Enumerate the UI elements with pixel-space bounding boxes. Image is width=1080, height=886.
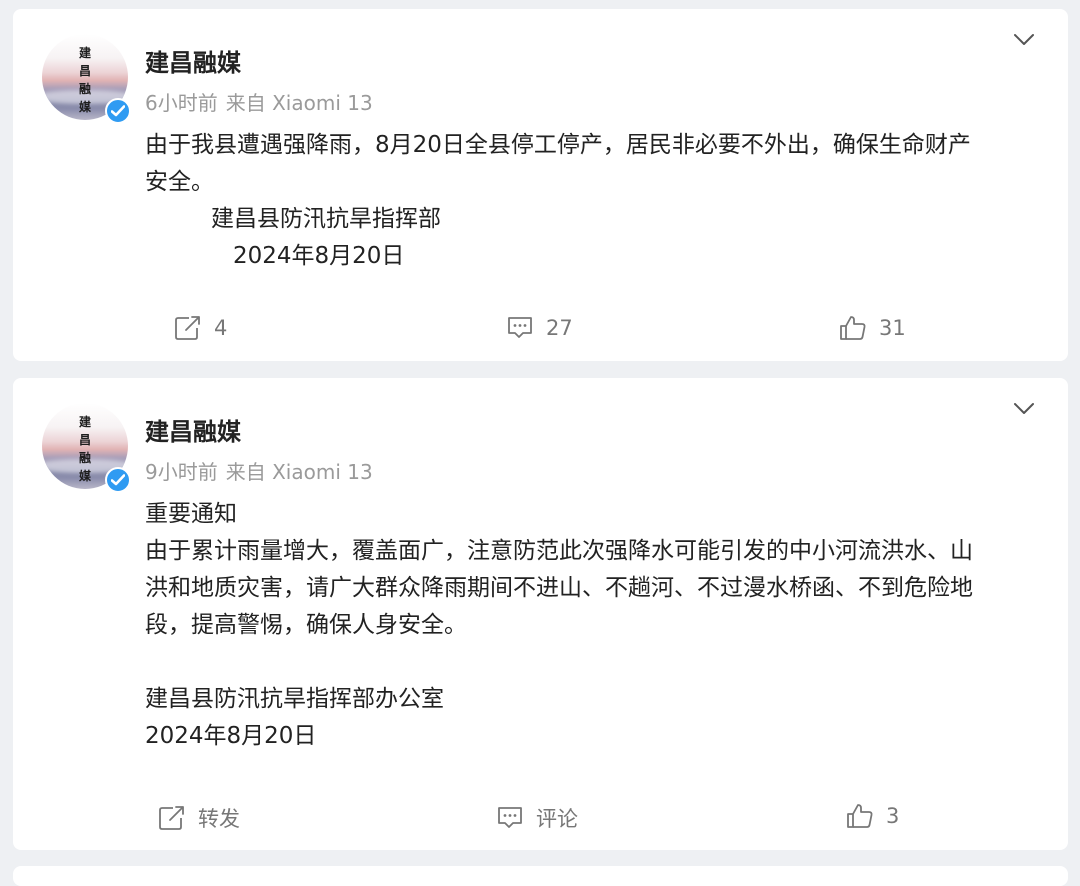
- post-card: 建 昌 融 媒 建昌融媒 6小时前 来自 Xiaomi 13 由于我县遭遇强降雨，…: [13, 9, 1068, 361]
- avatar-char: 融: [78, 451, 91, 465]
- post-text-line: 洪和地质灾害，请广大群众降雨期间不进山、不趟河、不过漫水桥函、不到危险地: [145, 575, 973, 601]
- like-count: 31: [879, 316, 906, 340]
- post-text-line: 由于我县遭遇强降雨，8月20日全县停工停产，居民非必要不外出，确保生命财产: [145, 132, 971, 158]
- author-name[interactable]: 建昌融媒: [145, 43, 241, 78]
- post-text-line: 段，提高警惕，确保人身安全。: [145, 612, 467, 638]
- comment-button[interactable]: 评论: [496, 803, 578, 833]
- post-signature: 建昌县防汛抗旱指挥部: [211, 206, 441, 232]
- thumbs-up-icon: [840, 316, 866, 340]
- chevron-down-icon[interactable]: [1013, 33, 1035, 47]
- post-card-partial: [13, 866, 1068, 886]
- post-time: 6小时前: [145, 91, 218, 115]
- repost-label: 转发: [198, 807, 240, 831]
- post-text-line: 由于累计雨量增大，覆盖面广，注意防范此次强降水可能引发的中小河流洪水、山: [145, 538, 973, 564]
- repost-count: 4: [214, 316, 228, 340]
- author-name[interactable]: 建昌融媒: [145, 412, 241, 447]
- comment-icon: [508, 317, 532, 338]
- comment-count: 27: [546, 316, 573, 340]
- avatar-char: 昌: [78, 433, 91, 447]
- post-title: 重要通知: [145, 501, 237, 527]
- repost-button[interactable]: 转发: [158, 803, 240, 833]
- avatar-char: 昌: [78, 64, 91, 78]
- post-date: 2024年8月20日: [233, 243, 405, 269]
- avatar-char: 建: [78, 415, 91, 429]
- repost-icon: [159, 806, 184, 830]
- avatar-char: 融: [78, 82, 91, 96]
- avatar-char: 建: [78, 46, 91, 60]
- post-meta: 9小时前 来自 Xiaomi 13: [145, 456, 373, 485]
- verified-badge-icon: [105, 467, 131, 493]
- like-button[interactable]: 31: [839, 315, 906, 341]
- repost-icon: [175, 316, 200, 340]
- comment-button[interactable]: 27: [506, 315, 573, 341]
- repost-button[interactable]: 4: [174, 315, 227, 341]
- post-source: 来自 Xiaomi 13: [225, 460, 373, 484]
- like-button[interactable]: 3: [846, 803, 899, 829]
- post-body: 由于我县遭遇强降雨，8月20日全县停工停产，居民非必要不外出，确保生命财产 安全…: [145, 127, 1045, 275]
- thumbs-up-icon: [847, 804, 873, 828]
- post-body: 重要通知 由于累计雨量增大，覆盖面广，注意防范此次强降水可能引发的中小河流洪水、…: [145, 496, 1045, 755]
- post-source: 来自 Xiaomi 13: [225, 91, 373, 115]
- post-signature: 建昌县防汛抗旱指挥部办公室: [145, 686, 444, 712]
- comment-label: 评论: [536, 807, 578, 831]
- verified-badge-icon: [105, 98, 131, 124]
- post-time: 9小时前: [145, 460, 218, 484]
- post-date: 2024年8月20日: [145, 723, 317, 749]
- like-count: 3: [886, 804, 900, 828]
- comment-icon: [498, 807, 522, 828]
- post-card: 建 昌 融 媒 建昌融媒 9小时前 来自 Xiaomi 13 重要通知 由于累计雨…: [13, 378, 1068, 850]
- post-text-line: 安全。: [145, 169, 214, 195]
- post-meta: 6小时前 来自 Xiaomi 13: [145, 87, 373, 116]
- chevron-down-icon[interactable]: [1013, 402, 1035, 416]
